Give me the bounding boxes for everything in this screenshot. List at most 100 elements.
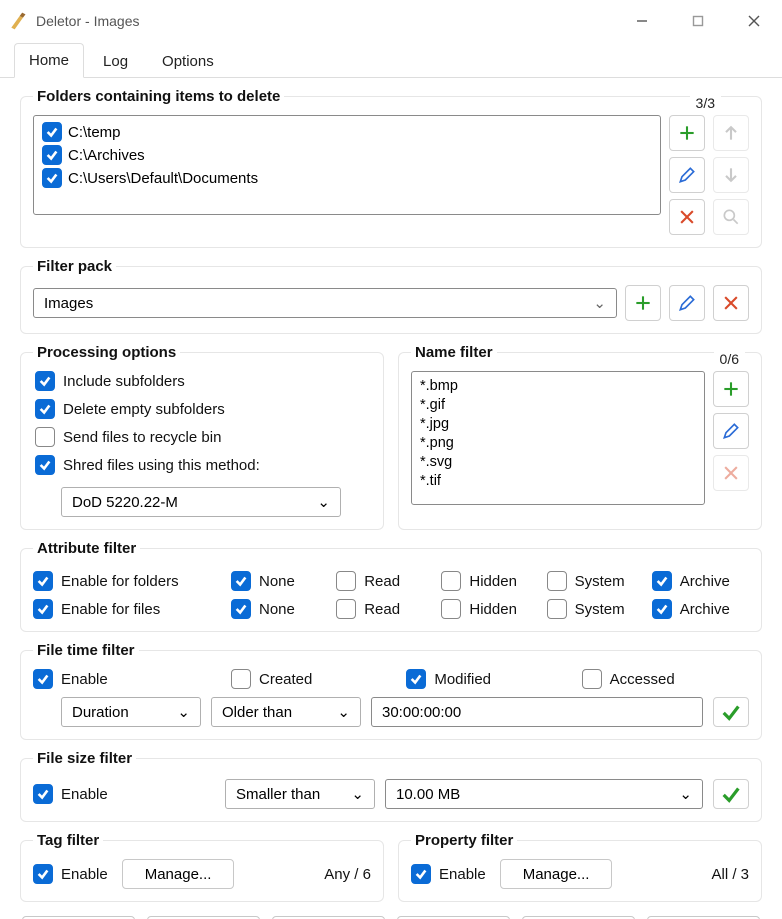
size-legend: File size filter <box>33 750 136 767</box>
folder-item[interactable]: C:\Archives <box>42 145 652 165</box>
bottom-button-bar: Preview Delete Shred... Help About... Cl… <box>20 912 762 919</box>
pattern-item[interactable]: *.tif <box>420 473 696 489</box>
property-legend: Property filter <box>411 832 517 849</box>
attribute-legend: Attribute filter <box>33 540 140 557</box>
pattern-item[interactable]: *.jpg <box>420 416 696 432</box>
chevron-down-icon: ⌄ <box>337 703 350 721</box>
namefilter-count: 0/6 <box>714 351 745 367</box>
folder-checkbox[interactable] <box>42 122 62 142</box>
edit-pattern-button[interactable] <box>713 413 749 449</box>
add-pack-button[interactable] <box>625 285 661 321</box>
namefilter-listbox[interactable]: *.bmp *.gif *.jpg *.png *.svg *.tif <box>411 371 705 505</box>
chevron-down-icon: ⌄ <box>317 493 330 511</box>
time-modified-checkbox[interactable]: Modified <box>406 669 573 689</box>
time-value-input[interactable]: 30:00:00:00 <box>371 697 703 727</box>
include-subfolders-checkbox[interactable]: Include subfolders <box>35 371 371 391</box>
files-hidden-checkbox[interactable]: Hidden <box>441 599 538 619</box>
remove-pack-button[interactable] <box>713 285 749 321</box>
titlebar: Deletor - Images <box>0 0 782 42</box>
folders-listbox[interactable]: C:\temp C:\Archives C:\Users\Default\Doc… <box>33 115 661 215</box>
files-archive-checkbox[interactable]: Archive <box>652 599 749 619</box>
time-filter-group: File time filter Enable Created Modified… <box>20 642 762 740</box>
shred-checkbox[interactable]: Shred files using this method: <box>35 455 371 475</box>
tab-options[interactable]: Options <box>147 44 229 78</box>
time-op-select[interactable]: Older than⌄ <box>211 697 361 727</box>
remove-pattern-button[interactable] <box>713 455 749 491</box>
shred-method-select[interactable]: DoD 5220.22-M ⌄ <box>61 487 341 517</box>
time-legend: File time filter <box>33 642 139 659</box>
chevron-down-icon: ⌄ <box>679 785 692 803</box>
time-created-checkbox[interactable]: Created <box>231 669 398 689</box>
enable-files-checkbox[interactable]: Enable for files <box>33 599 223 619</box>
time-enable-checkbox[interactable]: Enable <box>33 669 223 689</box>
time-accessed-checkbox[interactable]: Accessed <box>582 669 749 689</box>
tab-home[interactable]: Home <box>14 43 84 78</box>
add-pattern-button[interactable] <box>713 371 749 407</box>
pattern-item[interactable]: *.gif <box>420 397 696 413</box>
files-read-checkbox[interactable]: Read <box>336 599 433 619</box>
tab-log[interactable]: Log <box>88 44 143 78</box>
folder-path: C:\Archives <box>68 147 145 164</box>
size-filter-group: File size filter Enable Smaller than⌄ 10… <box>20 750 762 822</box>
window-title: Deletor - Images <box>36 13 139 29</box>
edit-pack-button[interactable] <box>669 285 705 321</box>
folders-none-checkbox[interactable]: None <box>231 571 328 591</box>
time-mode-select[interactable]: Duration⌄ <box>61 697 201 727</box>
maximize-button[interactable] <box>670 0 726 42</box>
folders-read-checkbox[interactable]: Read <box>336 571 433 591</box>
folders-system-checkbox[interactable]: System <box>547 571 644 591</box>
folders-count: 3/3 <box>690 95 721 111</box>
folder-path: C:\Users\Default\Documents <box>68 170 258 187</box>
folder-checkbox[interactable] <box>42 168 62 188</box>
folder-item[interactable]: C:\temp <box>42 122 652 142</box>
namefilter-legend: Name filter <box>411 344 497 361</box>
pattern-item[interactable]: *.svg <box>420 454 696 470</box>
move-down-button[interactable] <box>713 157 749 193</box>
add-folder-button[interactable] <box>669 115 705 151</box>
processing-legend: Processing options <box>33 344 180 361</box>
tag-legend: Tag filter <box>33 832 103 849</box>
size-value-input[interactable]: 10.00 MB⌄ <box>385 779 703 809</box>
move-up-button[interactable] <box>713 115 749 151</box>
namefilter-group: Name filter 0/6 *.bmp *.gif *.jpg *.png … <box>398 344 762 530</box>
filterpack-legend: Filter pack <box>33 258 116 275</box>
pattern-item[interactable]: *.png <box>420 435 696 451</box>
enable-folders-checkbox[interactable]: Enable for folders <box>33 571 223 591</box>
filterpack-group: Filter pack Images ⌄ <box>20 258 762 334</box>
pattern-item[interactable]: *.bmp <box>420 378 696 394</box>
delete-empty-checkbox[interactable]: Delete empty subfolders <box>35 399 371 419</box>
tag-manage-button[interactable]: Manage... <box>122 859 235 889</box>
remove-folder-button[interactable] <box>669 199 705 235</box>
files-none-checkbox[interactable]: None <box>231 599 328 619</box>
folders-hidden-checkbox[interactable]: Hidden <box>441 571 538 591</box>
folder-checkbox[interactable] <box>42 145 62 165</box>
processing-group: Processing options Include subfolders De… <box>20 344 384 530</box>
folders-group: Folders containing items to delete 3/3 C… <box>20 88 762 248</box>
tag-filter-group: Tag filter Enable Manage... Any / 6 <box>20 832 384 902</box>
app-icon <box>8 11 28 31</box>
files-system-checkbox[interactable]: System <box>547 599 644 619</box>
chevron-down-icon: ⌄ <box>177 703 190 721</box>
property-manage-button[interactable]: Manage... <box>500 859 613 889</box>
size-op-select[interactable]: Smaller than⌄ <box>225 779 375 809</box>
filterpack-value: Images <box>44 295 93 312</box>
tag-count: Any / 6 <box>324 866 371 883</box>
folders-archive-checkbox[interactable]: Archive <box>652 571 749 591</box>
size-enable-checkbox[interactable]: Enable <box>33 784 215 804</box>
folder-path: C:\temp <box>68 124 121 141</box>
size-apply-button[interactable] <box>713 779 749 809</box>
minimize-button[interactable] <box>614 0 670 42</box>
find-button[interactable] <box>713 199 749 235</box>
filterpack-combo[interactable]: Images ⌄ <box>33 288 617 318</box>
property-enable-checkbox[interactable]: Enable <box>411 864 486 884</box>
edit-folder-button[interactable] <box>669 157 705 193</box>
close-window-button[interactable] <box>726 0 782 42</box>
chevron-down-icon: ⌄ <box>351 785 364 803</box>
tag-enable-checkbox[interactable]: Enable <box>33 864 108 884</box>
time-apply-button[interactable] <box>713 697 749 727</box>
chevron-down-icon: ⌄ <box>593 294 606 312</box>
property-count: All / 3 <box>711 866 749 883</box>
folder-item[interactable]: C:\Users\Default\Documents <box>42 168 652 188</box>
folders-legend: Folders containing items to delete <box>33 88 284 105</box>
recycle-checkbox[interactable]: Send files to recycle bin <box>35 427 371 447</box>
